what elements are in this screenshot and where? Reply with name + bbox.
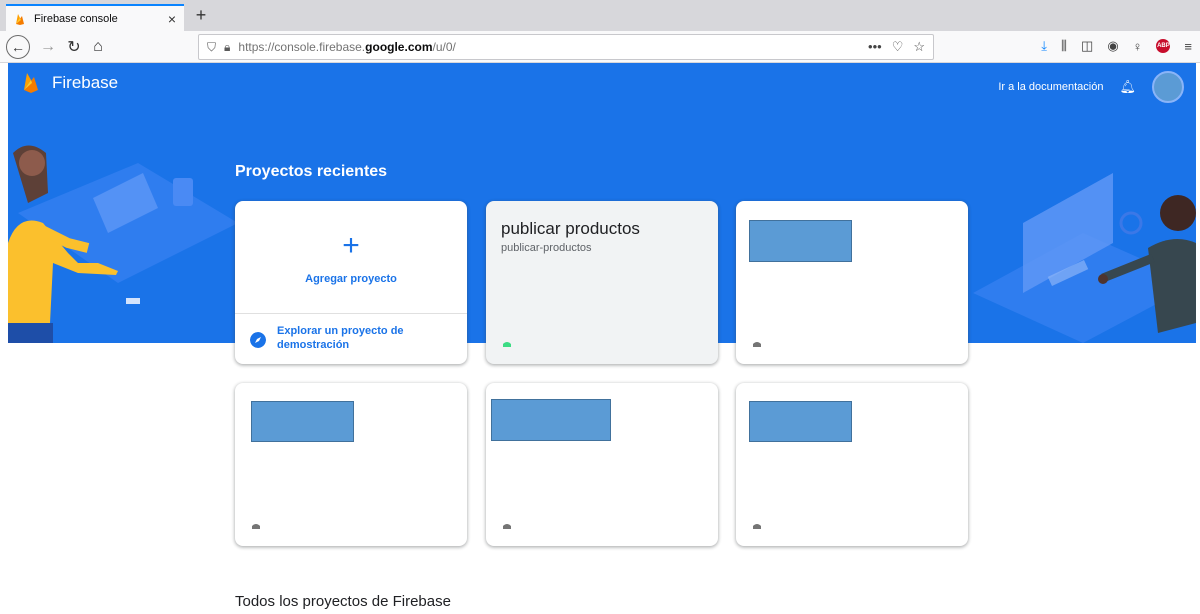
project-id: publicar-productos bbox=[501, 242, 592, 254]
platform-icon bbox=[753, 342, 761, 347]
android-icon bbox=[503, 342, 511, 347]
project-card[interactable]: publicar productos publicar-productos bbox=[486, 201, 718, 364]
firebase-favicon-icon bbox=[16, 13, 24, 25]
download-icon[interactable]: ⤓ bbox=[1041, 38, 1047, 54]
right-illustration bbox=[973, 173, 1196, 343]
add-project-label[interactable]: Agregar proyecto bbox=[235, 273, 467, 285]
browser-tab[interactable]: Firebase console × bbox=[6, 4, 184, 31]
notifications-bell-icon[interactable]: 🔔︎ bbox=[1119, 79, 1136, 95]
forward-button[interactable]: → bbox=[36, 35, 60, 59]
firebase-flame-icon bbox=[24, 73, 38, 93]
recent-projects-title: Proyectos recientes bbox=[235, 163, 388, 180]
add-project-card[interactable]: + Agregar proyecto Explorar un proyecto … bbox=[235, 201, 467, 364]
browser-nav-bar: ← → ↻ ⌂ ⛉ 🔒︎ https://console.firebase.go… bbox=[0, 31, 1200, 63]
platform-icon bbox=[252, 524, 260, 529]
lock-icon[interactable]: 🔒︎ bbox=[224, 40, 230, 55]
firebase-logo[interactable]: Firebase bbox=[24, 73, 118, 93]
tab-close-icon[interactable]: × bbox=[168, 11, 176, 27]
avatar[interactable] bbox=[1152, 71, 1184, 103]
docs-link[interactable]: Ir a la documentación bbox=[998, 81, 1103, 93]
platform-icon bbox=[503, 524, 511, 529]
address-bar[interactable]: ⛉ 🔒︎ https://console.firebase.google.com… bbox=[198, 34, 934, 60]
browser-tab-bar: Firebase console × + bbox=[0, 0, 1200, 31]
library-icon[interactable]: ⫼ bbox=[1061, 38, 1067, 54]
menu-icon[interactable]: ≡ bbox=[1184, 39, 1192, 54]
account-icon[interactable]: ◉ bbox=[1107, 38, 1118, 54]
project-card[interactable] bbox=[736, 383, 968, 546]
reload-button[interactable]: ↻ bbox=[62, 35, 86, 59]
page-actions-icon[interactable]: ••• bbox=[868, 39, 882, 55]
home-button[interactable]: ⌂ bbox=[86, 35, 110, 59]
project-name: publicar productos bbox=[501, 219, 640, 238]
platform-icon bbox=[753, 524, 761, 529]
project-card[interactable] bbox=[736, 201, 968, 364]
redacted-project-name bbox=[749, 220, 852, 262]
brand-name: Firebase bbox=[52, 73, 119, 92]
adblock-icon[interactable]: ABP bbox=[1156, 39, 1171, 53]
explore-demo-label: Explorar un proyecto de demostración bbox=[277, 325, 404, 351]
extension-icon[interactable]: ♀ bbox=[1133, 39, 1143, 54]
toolbar-icons: ⤓ ⫼ ◫ ◉ ♀ ABP ≡ bbox=[1041, 38, 1192, 54]
all-projects-title: Todos los proyectos de Firebase bbox=[235, 593, 451, 610]
url-text: https://console.firebase.google.com/u/0/ bbox=[238, 40, 456, 54]
bookmark-star-icon[interactable]: ☆ bbox=[913, 39, 925, 55]
redacted-project-name bbox=[491, 399, 611, 441]
back-button[interactable]: ← bbox=[6, 35, 30, 59]
new-tab-button[interactable]: + bbox=[190, 4, 212, 26]
pocket-icon[interactable]: ♡ bbox=[892, 39, 904, 55]
compass-icon bbox=[250, 332, 266, 348]
project-card[interactable] bbox=[235, 383, 467, 546]
left-illustration bbox=[8, 145, 238, 343]
card-divider bbox=[235, 313, 467, 314]
redacted-project-name bbox=[251, 401, 354, 442]
add-icon[interactable]: + bbox=[235, 229, 467, 263]
project-card[interactable] bbox=[486, 383, 718, 546]
explore-demo-link[interactable]: Explorar un proyecto de demostración bbox=[250, 324, 417, 352]
shield-icon[interactable]: ⛉ bbox=[207, 40, 216, 55]
redacted-project-name bbox=[749, 401, 852, 442]
sidebar-icon[interactable]: ◫ bbox=[1081, 38, 1093, 54]
tab-title: Firebase console bbox=[34, 12, 118, 25]
